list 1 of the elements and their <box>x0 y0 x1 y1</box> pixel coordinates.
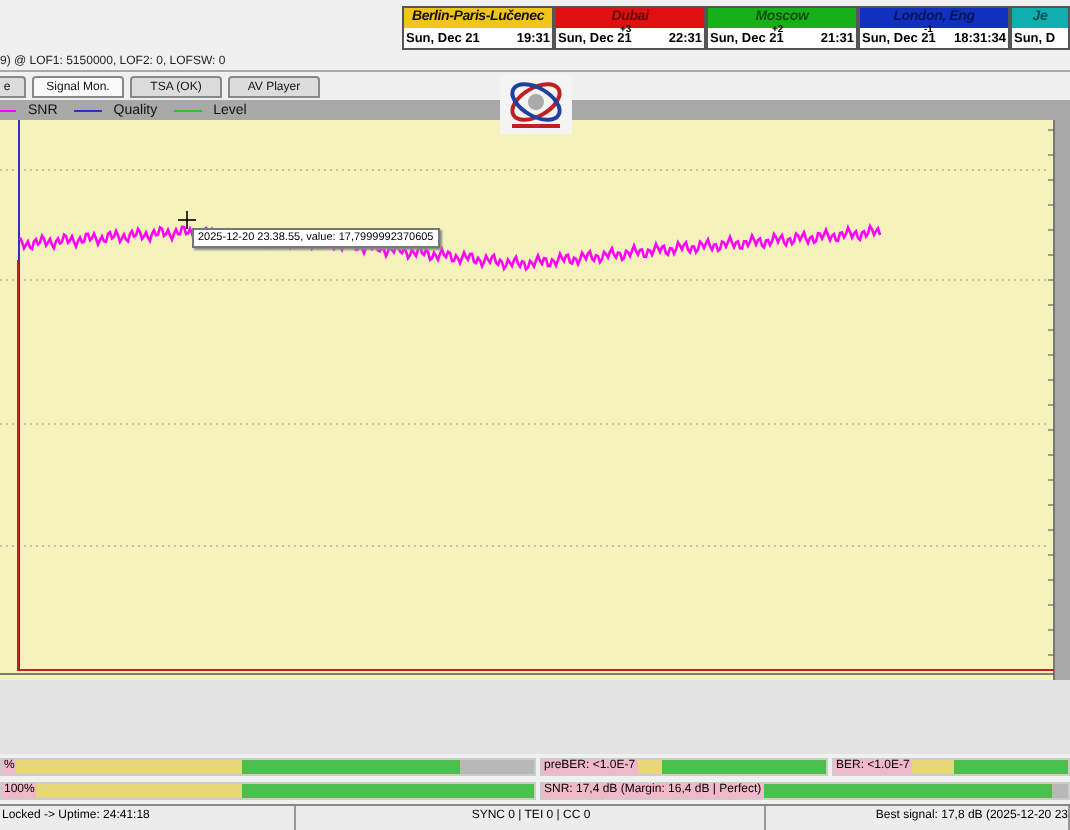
crosshair-cursor-icon <box>177 210 197 230</box>
